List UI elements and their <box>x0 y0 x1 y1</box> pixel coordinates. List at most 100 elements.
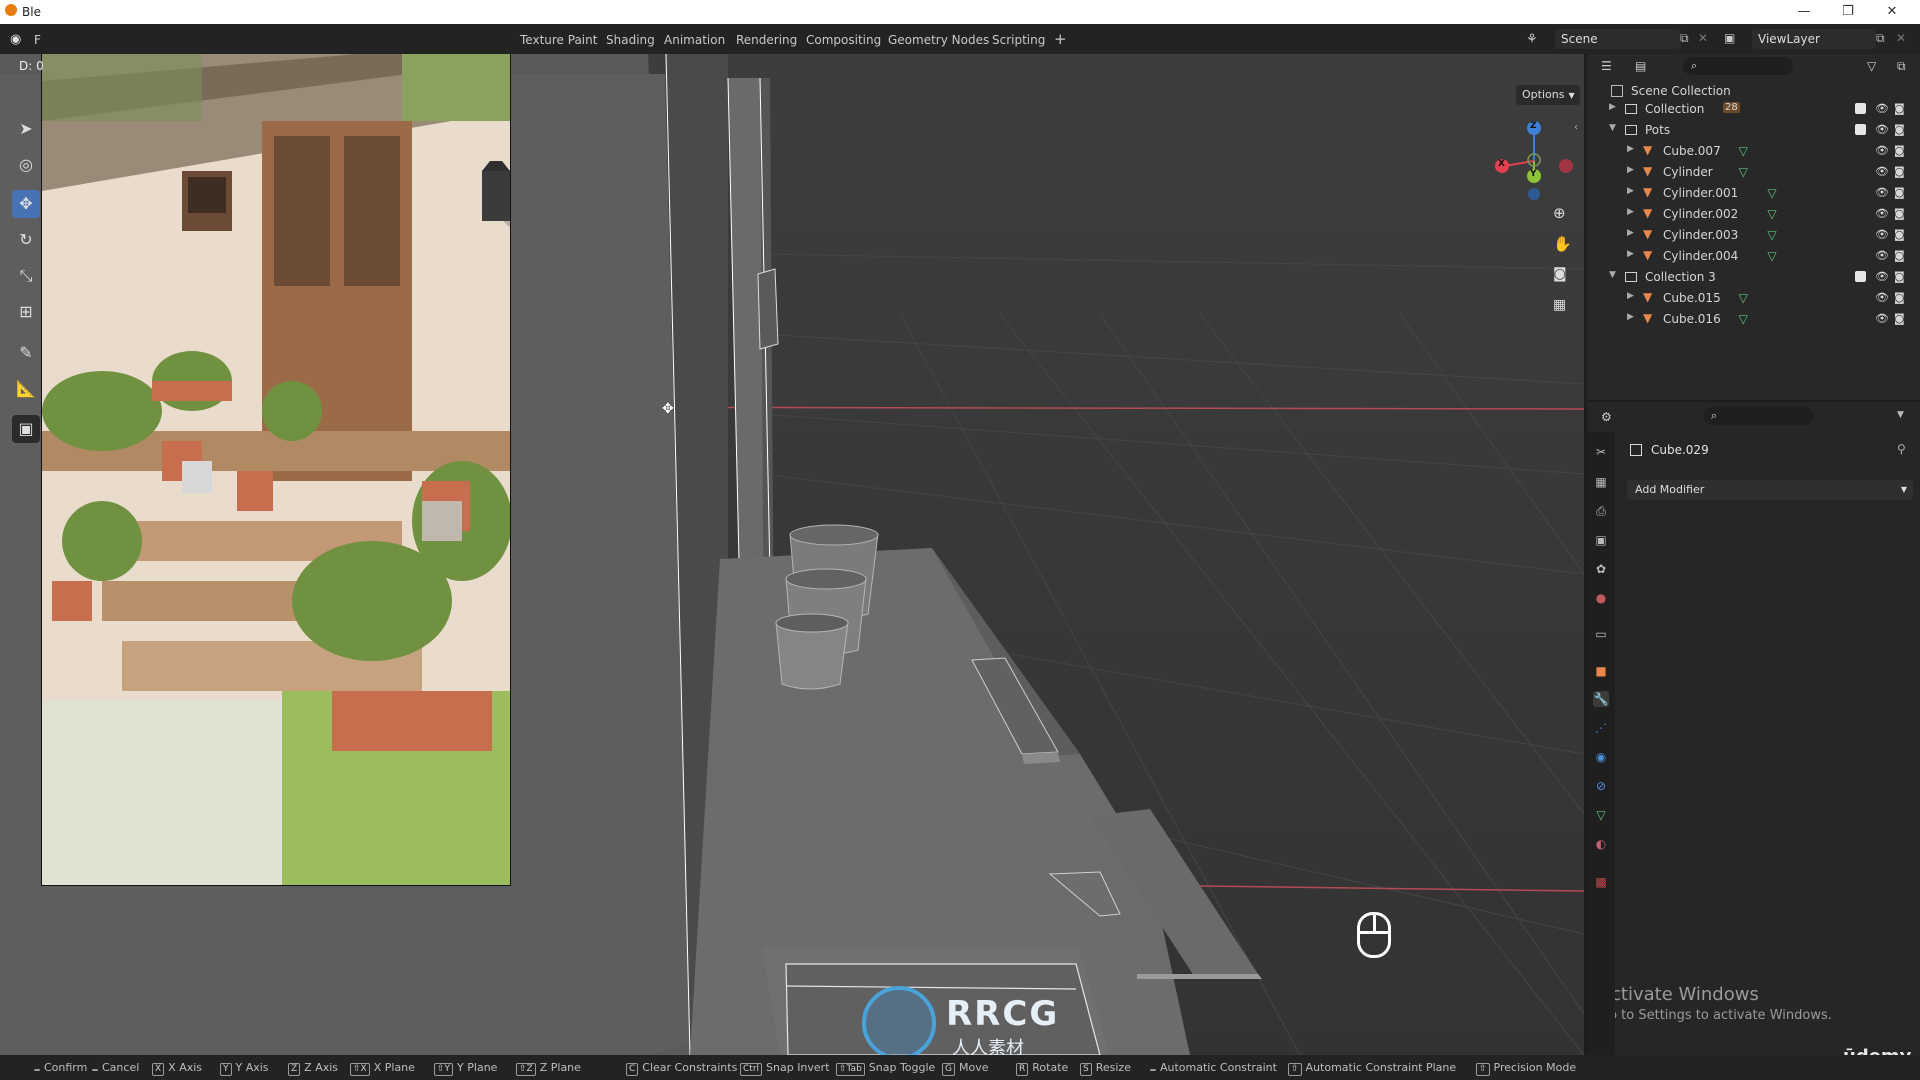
visibility-eye-icon[interactable]: 👁 <box>1875 249 1889 262</box>
exclude-checkbox[interactable] <box>1855 271 1866 282</box>
visibility-eye-icon[interactable]: 👁 <box>1875 270 1889 283</box>
visibility-eye-icon[interactable]: 👁 <box>1875 144 1889 157</box>
outliner-object-row[interactable]: ▶ ▼ Cylinder.002 ▽ 👁 ◙ <box>1587 204 1920 224</box>
outliner-object-row[interactable]: ▶ ▼ Cylinder.004 ▽ 👁 ◙ <box>1587 246 1920 266</box>
output-tab-icon[interactable]: ⎙ <box>1593 503 1609 519</box>
expand-right-icon[interactable]: ▶ <box>1627 312 1634 322</box>
scene-collection-row[interactable]: Scene Collection <box>1587 81 1920 101</box>
visibility-eye-icon[interactable]: 👁 <box>1875 228 1889 241</box>
scene-tab-icon[interactable]: ✿ <box>1593 561 1609 577</box>
exclude-checkbox[interactable] <box>1855 124 1866 135</box>
expand-right-icon[interactable]: ▶ <box>1627 207 1634 217</box>
ortho-grid-icon[interactable]: ▦ <box>1553 297 1566 313</box>
new-view-layer-icon[interactable]: ⧉ <box>1876 31 1885 46</box>
outliner-editor-type-icon[interactable]: ☰ <box>1601 59 1612 73</box>
physics-tab-icon[interactable]: ◉ <box>1593 749 1609 765</box>
expand-right-icon[interactable]: ▶ <box>1627 249 1634 259</box>
tool-tab-icon[interactable]: ✂ <box>1593 444 1609 460</box>
outliner-collection-row[interactable]: ▼ Pots 👁 ◙ <box>1587 120 1920 140</box>
outliner-object-row[interactable]: ▶ ▼ Cube.015 ▽ 👁 ◙ <box>1587 288 1920 308</box>
render-camera-icon[interactable]: ◙ <box>1894 102 1905 115</box>
expand-right-icon[interactable]: ▶ <box>1627 165 1634 175</box>
maximize-button[interactable]: ❐ <box>1828 2 1868 22</box>
new-collection-icon[interactable]: ⧉ <box>1897 59 1906 74</box>
outliner-object-row[interactable]: ▶ ▼ Cylinder.003 ▽ 👁 ◙ <box>1587 225 1920 245</box>
reference-image[interactable] <box>41 54 511 886</box>
render-camera-icon[interactable]: ◙ <box>1894 228 1905 241</box>
outliner-collection-row[interactable]: ▶ Collection 28 👁 ◙ <box>1587 99 1920 119</box>
view-layer-field[interactable]: ViewLayer <box>1752 29 1876 49</box>
render-camera-icon[interactable]: ◙ <box>1894 270 1905 283</box>
tab-texture-paint[interactable]: Texture Paint <box>520 33 597 47</box>
exclude-checkbox[interactable] <box>1855 103 1866 114</box>
add-workspace-button[interactable]: + <box>1054 30 1067 48</box>
collection-tab-icon[interactable]: ▭ <box>1593 626 1609 642</box>
modifier-tab-icon[interactable]: 🔧 <box>1593 691 1609 707</box>
outliner-object-row[interactable]: ▶ ▼ Cylinder.001 ▽ 👁 ◙ <box>1587 183 1920 203</box>
visibility-eye-icon[interactable]: 👁 <box>1875 123 1889 136</box>
render-camera-icon[interactable]: ◙ <box>1894 207 1905 220</box>
outliner-search-input[interactable]: ⌕ <box>1683 57 1793 75</box>
world-tab-icon[interactable]: ● <box>1593 590 1609 606</box>
outliner-collection-row[interactable]: ▼ Collection 3 👁 ◙ <box>1587 267 1920 287</box>
data-tab-icon[interactable]: ▽ <box>1593 807 1609 823</box>
constraints-tab-icon[interactable]: ⊘ <box>1593 778 1609 794</box>
camera-view-icon[interactable]: ◙ <box>1553 266 1567 282</box>
tab-compositing[interactable]: Compositing <box>806 33 881 47</box>
scene-selector-icon[interactable]: ⚘ <box>1526 32 1538 47</box>
visibility-eye-icon[interactable]: 👁 <box>1875 165 1889 178</box>
outliner-object-row[interactable]: ▶ ▼ Cube.016 ▽ 👁 ◙ <box>1587 309 1920 329</box>
visibility-eye-icon[interactable]: 👁 <box>1875 186 1889 199</box>
pin-icon[interactable]: ⚲ <box>1897 442 1906 456</box>
visibility-eye-icon[interactable]: 👁 <box>1875 291 1889 304</box>
object-tab-icon[interactable]: ■ <box>1593 663 1609 679</box>
add-modifier-button[interactable]: Add Modifier ▼ <box>1627 480 1913 500</box>
3d-viewport[interactable]: D: 0 ✥ Options ▼ ‹ Z Y X ⊕ ✋ ◙ ▦ RRCG 人人素… <box>0 54 1584 1055</box>
visibility-eye-icon[interactable]: 👁 <box>1875 207 1889 220</box>
move-tool[interactable]: ✥ <box>12 190 40 218</box>
tab-shading[interactable]: Shading <box>606 33 655 47</box>
delete-scene-icon[interactable]: ✕ <box>1698 31 1708 45</box>
minimize-button[interactable]: — <box>1784 2 1824 22</box>
expand-down-icon[interactable]: ▼ <box>1609 123 1616 133</box>
tab-rendering[interactable]: Rendering <box>736 33 797 47</box>
expand-right-icon[interactable]: ▶ <box>1609 102 1616 112</box>
render-camera-icon[interactable]: ◙ <box>1894 165 1905 178</box>
pan-hand-icon[interactable]: ✋ <box>1553 235 1572 253</box>
object-name-field[interactable]: Cube.029 <box>1651 443 1709 457</box>
expand-right-icon[interactable]: ▶ <box>1627 228 1634 238</box>
select-box-tool[interactable]: ➤ <box>12 115 40 143</box>
display-mode-icon[interactable]: ▤ <box>1635 59 1646 73</box>
particles-tab-icon[interactable]: ⋰ <box>1593 720 1609 736</box>
navigation-gizmo[interactable]: Z Y X <box>1490 116 1574 206</box>
render-tab-icon[interactable]: ▦ <box>1593 474 1609 490</box>
expand-right-icon[interactable]: ▶ <box>1627 144 1634 154</box>
scene-field[interactable]: Scene <box>1555 29 1681 49</box>
view-layer-tab-icon[interactable]: ▣ <box>1593 532 1609 548</box>
render-camera-icon[interactable]: ◙ <box>1894 312 1905 325</box>
tab-scripting[interactable]: Scripting <box>992 33 1045 47</box>
add-cube-tool[interactable]: ▣ <box>12 415 40 443</box>
material-tab-icon[interactable]: ◐ <box>1593 836 1609 852</box>
close-window-button[interactable]: ✕ <box>1872 2 1912 22</box>
filter-icon[interactable]: ▽ <box>1867 59 1876 73</box>
transform-tool[interactable]: ⊞ <box>12 298 40 326</box>
expand-right-icon[interactable]: ▶ <box>1627 291 1634 301</box>
visibility-eye-icon[interactable]: 👁 <box>1875 102 1889 115</box>
scale-tool[interactable]: ⤡ <box>12 262 40 290</box>
properties-editor-icon[interactable]: ⚙ <box>1601 410 1612 424</box>
options-dropdown[interactable]: Options ▼ <box>1516 85 1580 105</box>
render-camera-icon[interactable]: ◙ <box>1894 186 1905 199</box>
expand-right-icon[interactable]: ▶ <box>1627 186 1634 196</box>
file-menu[interactable]: F <box>34 33 41 47</box>
tab-animation[interactable]: Animation <box>664 33 725 47</box>
sidebar-toggle-icon[interactable]: ‹ <box>1574 122 1578 133</box>
outliner-object-row[interactable]: ▶ ▼ Cylinder ▽ 👁 ◙ <box>1587 162 1920 182</box>
view-layer-icon[interactable]: ▣ <box>1724 31 1735 45</box>
cursor-tool[interactable]: ◎ <box>12 151 40 179</box>
measure-tool[interactable]: 📐 <box>12 375 40 403</box>
properties-search-input[interactable]: ⌕ <box>1703 407 1813 425</box>
render-camera-icon[interactable]: ◙ <box>1894 291 1905 304</box>
render-camera-icon[interactable]: ◙ <box>1894 123 1905 136</box>
annotate-tool[interactable]: ✎ <box>12 339 40 367</box>
